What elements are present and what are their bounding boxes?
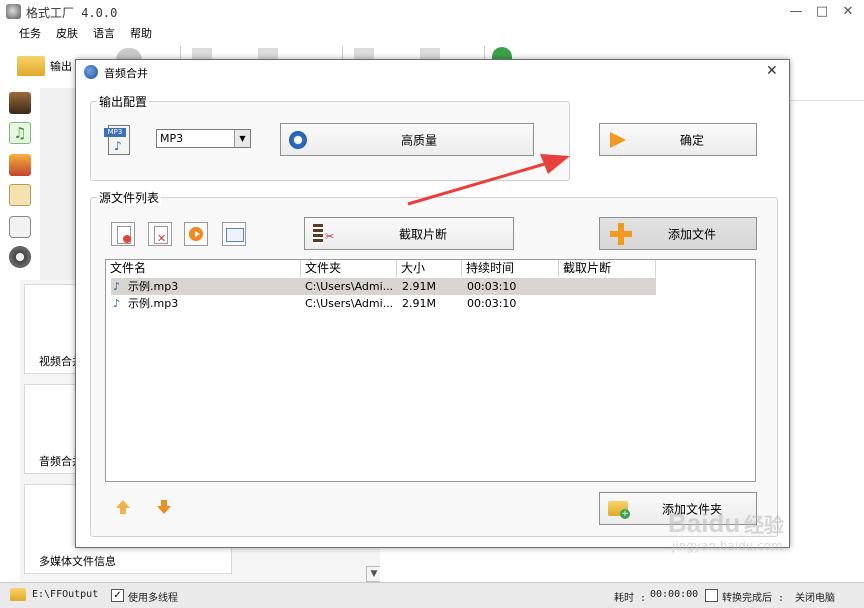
toolbar-separator [180,46,181,60]
watermark-url: jingyan.baidu.com [672,539,783,553]
info-window-icon [226,228,244,242]
menu-help[interactable]: 帮助 [130,25,152,41]
scissors-icon: ✂ [325,230,335,243]
add-file-button[interactable]: 添加文件 [599,217,757,250]
row-folder: C:\Users\Admi... [305,280,393,293]
document-category-icon[interactable] [9,184,31,206]
multithread-label: 使用多线程 [128,593,178,604]
play-button[interactable] [184,222,208,246]
clip-button-label: 截取片断 [399,227,448,241]
toolbar-separator [484,46,485,60]
column-header-clip[interactable]: 截取片断 [559,260,656,277]
move-down-icon[interactable] [157,506,171,514]
video-category-icon[interactable] [9,92,31,114]
row-filename: 示例.mp3 [128,297,179,310]
after-finish-label: 转换完成后 : [722,593,785,604]
watermark-brand: Baidu [668,508,741,538]
quality-button[interactable]: 高质量 [280,123,534,156]
elapsed-value: 00:00:00 [650,589,699,600]
app-title: 格式工厂 4.0.0 [26,6,118,20]
utilities-category-icon[interactable] [9,246,31,268]
audio-file-icon: ♪ [113,280,121,293]
close-button[interactable]: ✕ [838,4,858,20]
row-filename: 示例.mp3 [128,280,179,293]
toolbar-separator [342,46,343,60]
table-row[interactable]: ♪ 示例.mp3 C:\Users\Admi... 2.91M 00:03:10 [111,278,656,295]
minimize-button[interactable]: — [786,4,806,20]
menu-bar: 任务 皮肤 语言 帮助 [0,24,864,42]
remove-icon [123,235,131,243]
chevron-down-icon[interactable]: ▼ [234,130,250,147]
column-header-folder[interactable]: 文件夹 [301,260,397,277]
mp3-badge: MP3 [104,128,126,137]
format-select[interactable]: MP3 ▼ [156,129,251,148]
row-size: 2.91M [402,280,436,293]
output-button-label[interactable]: 输出 [50,58,72,74]
media-info-button[interactable] [222,222,246,246]
dialog-close-button[interactable]: ✕ [766,63,778,79]
source-file-table[interactable]: 文件名 文件夹 大小 持续时间 截取片断 ♪ 示例.mp3 C:\Users\A… [105,259,756,482]
column-header-filename[interactable]: 文件名 [106,260,301,277]
plus-badge-icon: + [620,509,630,519]
output-path[interactable]: E:\FFOutput [32,589,98,600]
row-size: 2.91M [402,297,436,310]
after-finish-checkbox[interactable] [705,589,718,602]
move-up-icon[interactable] [116,500,130,508]
menu-task[interactable]: 任务 [19,25,41,41]
elapsed-label: 耗时 : [614,593,647,604]
remove-file-button[interactable] [111,222,135,246]
dialog-app-icon [84,65,98,79]
status-bar: E:\FFOutput ✓ 使用多线程 耗时 : 00:00:00 转换完成后 … [0,582,864,608]
row-duration: 00:03:10 [467,280,517,293]
quality-button-label: 高质量 [401,133,438,147]
tile-label: 多媒体文件信息 [39,555,116,568]
app-logo-icon [6,4,21,19]
confirm-button-label: 确定 [680,133,705,147]
output-folder-icon[interactable] [17,56,45,76]
settings-gear-icon [289,131,307,149]
clip-button[interactable]: ✂ 截取片断 [304,217,514,250]
confirm-arrow-icon [610,132,626,148]
column-header-size[interactable]: 大小 [397,260,462,277]
delete-x-icon: ✕ [157,232,167,245]
watermark-cn: 经验 [744,513,785,537]
table-row[interactable]: ♪ 示例.mp3 C:\Users\Admi... 2.91M 00:03:10 [111,295,656,312]
picture-category-icon[interactable] [9,154,31,176]
dialog-title: 音频合并 [104,67,148,80]
output-folder-icon[interactable] [10,588,26,601]
maximize-button[interactable]: □ [812,4,832,20]
row-duration: 00:03:10 [467,297,517,310]
confirm-button[interactable]: 确定 [599,123,757,156]
multithread-checkbox[interactable]: ✓ [111,589,124,602]
film-scissors-icon [313,224,323,244]
clear-list-button[interactable]: ✕ [148,222,172,246]
audio-file-icon: ♪ [113,297,121,310]
audio-category-icon[interactable]: ♫ [9,122,31,144]
format-select-value: MP3 [160,132,184,145]
rom-device-category-icon[interactable] [9,216,31,238]
row-folder: C:\Users\Admi... [305,297,393,310]
menu-skin[interactable]: 皮肤 [56,25,78,41]
after-finish-action[interactable]: 关闭电脑 [795,589,835,604]
add-file-button-label: 添加文件 [668,227,717,241]
column-header-duration[interactable]: 持续时间 [462,260,559,277]
output-config-label: 输出配置 [97,93,150,110]
audio-join-dialog: 音频合并 ✕ 输出配置 MP3 ♪ MP3 ▼ 高质量 确定 源文件列表 ✕ ✂… [75,59,790,548]
menu-language[interactable]: 语言 [93,25,115,41]
title-bar: 格式工厂 4.0.0 — □ ✕ [0,0,864,24]
mp3-file-icon: MP3 ♪ [104,125,132,155]
baidu-jingyan-watermark: Baidu 经验 jingyan.baidu.com [668,508,784,553]
source-files-label: 源文件列表 [97,189,162,206]
move-up-icon-stem [120,508,126,514]
